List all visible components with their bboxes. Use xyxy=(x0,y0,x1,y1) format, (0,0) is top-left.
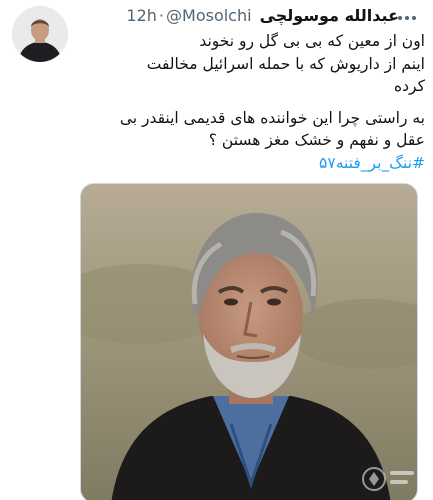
separator-dot: · xyxy=(158,5,165,25)
watermark-logo xyxy=(362,462,418,496)
tweet-line: کرده xyxy=(394,77,425,95)
user-handle[interactable]: @Mosolchi xyxy=(166,6,252,25)
tweet-image[interactable] xyxy=(80,183,418,500)
tweet-text: اون از معین که بی بی گل رو نخوند اینم از… xyxy=(78,30,425,174)
tweet-line: اینم از داریوش که با حمله اسرائیل مخالفت xyxy=(146,54,425,73)
tweet-line: به راستی چرا این خواننده های قدیمی اینقد… xyxy=(119,108,425,127)
tweet-time[interactable]: 12h xyxy=(126,6,157,25)
tweet-header: 12h · @Mosolchi عبدالله موسولچی xyxy=(96,4,399,26)
display-name[interactable]: عبدالله موسولچی xyxy=(260,6,399,25)
tweet-line: اون از معین که بی بی گل رو نخوند xyxy=(199,32,425,50)
hashtag-link[interactable]: #ننگ_بر_فتنه۵۷ xyxy=(319,154,425,172)
tweet[interactable]: 12h · @Mosolchi عبدالله موسولچی اون از م… xyxy=(0,0,433,500)
tweet-line: عقل و نفهم و خشک مغز هستن ؟ xyxy=(208,131,425,149)
more-horizontal-icon[interactable] xyxy=(395,6,419,30)
avatar[interactable] xyxy=(12,6,68,62)
